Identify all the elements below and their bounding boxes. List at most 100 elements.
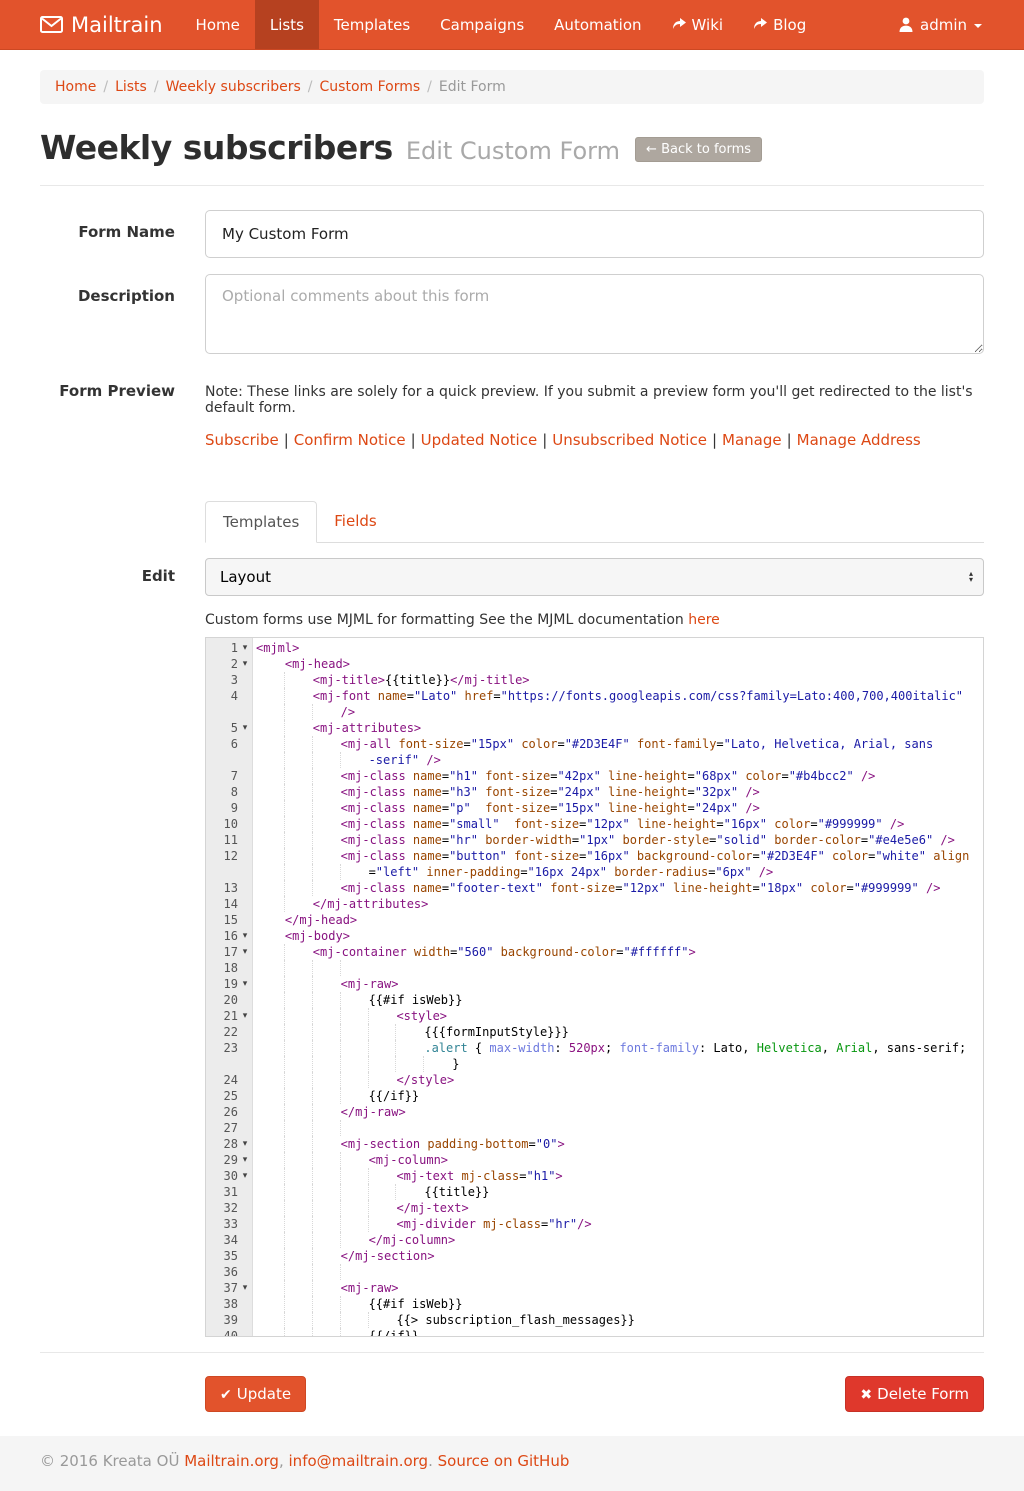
fold-arrow-icon[interactable]: ▾ bbox=[238, 1155, 252, 1165]
code-token: inner-padding bbox=[419, 865, 520, 879]
nav-item-home[interactable]: Home bbox=[181, 0, 255, 49]
nav-item-blog[interactable]: Blog bbox=[738, 0, 821, 49]
brand[interactable]: Mailtrain bbox=[0, 0, 181, 49]
footer-link-mailtrain-org[interactable]: Mailtrain.org bbox=[184, 1452, 279, 1470]
nav-item-lists[interactable]: Lists bbox=[255, 0, 319, 49]
nav-item-label: Blog bbox=[773, 16, 806, 34]
breadcrumb-separator: / bbox=[420, 79, 439, 95]
indent-guide bbox=[284, 1280, 313, 1296]
code-token: <mj-all bbox=[341, 737, 392, 751]
tab-fields[interactable]: Fields bbox=[317, 501, 393, 543]
fold-arrow-icon[interactable]: ▾ bbox=[238, 1139, 252, 1149]
breadcrumb-link-custom-forms[interactable]: Custom Forms bbox=[320, 79, 421, 95]
nav-item-templates[interactable]: Templates bbox=[319, 0, 425, 49]
nav-item-campaigns[interactable]: Campaigns bbox=[425, 0, 539, 49]
indent-guide bbox=[312, 1024, 341, 1040]
indent-guide bbox=[340, 992, 369, 1008]
code-line: <mj-class name="footer-text" font-size="… bbox=[256, 880, 983, 896]
line-number: 33 bbox=[224, 1217, 238, 1231]
code-token: = bbox=[442, 769, 449, 783]
footer-separator: . bbox=[428, 1452, 438, 1470]
fold-arrow-icon[interactable]: ▾ bbox=[238, 1011, 252, 1021]
fold-arrow-icon[interactable]: ▾ bbox=[238, 643, 252, 653]
indent-guide bbox=[256, 912, 285, 928]
preview-link-subscribe[interactable]: Subscribe bbox=[205, 431, 279, 449]
breadcrumb-link-lists[interactable]: Lists bbox=[115, 79, 147, 95]
editor-code[interactable]: <mjml><mj-head><mj-title>{{title}}</mj-t… bbox=[253, 638, 983, 1336]
indent-guide bbox=[340, 1200, 369, 1216]
nav-item-automation[interactable]: Automation bbox=[539, 0, 656, 49]
fold-arrow-icon[interactable]: ▾ bbox=[238, 1171, 252, 1181]
code-token: font-size bbox=[478, 769, 550, 783]
fold-arrow-icon[interactable]: ▾ bbox=[238, 1283, 252, 1293]
preview-link-confirm-notice[interactable]: Confirm Notice bbox=[294, 431, 406, 449]
code-token: font-size bbox=[478, 785, 550, 799]
nav-item-wiki[interactable]: Wiki bbox=[657, 0, 739, 49]
gutter-line: 2▾ bbox=[206, 656, 252, 672]
code-token: "small" bbox=[449, 817, 500, 831]
code-token: = bbox=[810, 817, 817, 831]
code-token: name bbox=[406, 817, 442, 831]
indent-guide bbox=[340, 1072, 369, 1088]
delete-form-button[interactable]: ✖Delete Form bbox=[845, 1376, 984, 1412]
breadcrumb-link-weekly-subscribers[interactable]: Weekly subscribers bbox=[166, 79, 301, 95]
description-textarea[interactable] bbox=[205, 274, 984, 354]
code-token: mj-class bbox=[454, 1169, 519, 1183]
code-token: font-size bbox=[543, 881, 615, 895]
code-line: <mj-attributes> bbox=[256, 720, 983, 736]
indent-guide bbox=[312, 752, 341, 768]
form-name-input[interactable] bbox=[205, 210, 984, 258]
gutter-line: 40 bbox=[206, 1328, 252, 1337]
indent-guide bbox=[256, 1088, 285, 1104]
code-token: /> bbox=[341, 705, 355, 719]
indent-guide bbox=[284, 1104, 313, 1120]
line-number: 2 bbox=[231, 657, 238, 671]
code-token: color bbox=[803, 881, 846, 895]
main-nav: HomeListsTemplatesCampaigns Automation Wik… bbox=[181, 0, 822, 49]
gutter-line: 8 bbox=[206, 784, 252, 800]
preview-link-manage[interactable]: Manage bbox=[722, 431, 782, 449]
indent-guide bbox=[340, 1216, 369, 1232]
tab-templates[interactable]: Templates bbox=[205, 501, 317, 543]
code-line: <mj-font name="Lato" href="https://fonts… bbox=[256, 688, 983, 704]
code-line: <mj-all font-size="15px" color="#2D3E4F"… bbox=[256, 736, 983, 752]
breadcrumb-link-home[interactable]: Home bbox=[55, 79, 96, 95]
footer-link-info-mailtrain-org[interactable]: info@mailtrain.org bbox=[289, 1452, 429, 1470]
code-line: {{title}} bbox=[256, 1184, 983, 1200]
code-token: <mj-body> bbox=[285, 929, 350, 943]
indent-guide bbox=[256, 1008, 285, 1024]
code-line: {{{formInputStyle}}} bbox=[256, 1024, 983, 1040]
gutter-line: 26 bbox=[206, 1104, 252, 1120]
gutter-line: 20 bbox=[206, 992, 252, 1008]
code-token: "24px" bbox=[695, 801, 738, 815]
indent-guide bbox=[284, 816, 313, 832]
code-token: width bbox=[407, 945, 450, 959]
code-token: <mj-text bbox=[396, 1169, 454, 1183]
fold-arrow-icon[interactable]: ▾ bbox=[238, 979, 252, 989]
preview-link-manage-address[interactable]: Manage Address bbox=[797, 431, 921, 449]
indent-guide bbox=[256, 1104, 285, 1120]
gutter-line: 33 bbox=[206, 1216, 252, 1232]
template-select[interactable]: Layout ▴▾ bbox=[205, 558, 984, 596]
fold-arrow-icon[interactable]: ▾ bbox=[238, 723, 252, 733]
check-icon: ✔ bbox=[220, 1387, 232, 1403]
indent-guide bbox=[312, 1072, 341, 1088]
preview-link-updated-notice[interactable]: Updated Notice bbox=[421, 431, 538, 449]
line-number: 11 bbox=[224, 833, 238, 847]
fold-arrow-icon[interactable]: ▾ bbox=[238, 931, 252, 941]
edit-label: Edit bbox=[40, 558, 205, 596]
user-menu[interactable]: admin bbox=[899, 0, 1024, 49]
footer-link-source-on-github[interactable]: Source on GitHub bbox=[438, 1452, 570, 1470]
indent-guide bbox=[284, 1216, 313, 1232]
mjml-docs-link[interactable]: here bbox=[688, 612, 720, 628]
back-to-forms-button[interactable]: ← Back to forms bbox=[635, 137, 762, 162]
indent-guide bbox=[284, 752, 313, 768]
nav-item-label: Automation bbox=[554, 16, 641, 34]
code-editor[interactable]: 1▾2▾345▾678910111213141516▾17▾1819▾2021▾… bbox=[205, 637, 984, 1337]
update-button[interactable]: ✔Update bbox=[205, 1376, 306, 1412]
preview-links: Subscribe|Confirm Notice|Updated Notice|… bbox=[205, 431, 984, 449]
code-token: </style> bbox=[396, 1073, 454, 1087]
fold-arrow-icon[interactable]: ▾ bbox=[238, 659, 252, 669]
fold-arrow-icon[interactable]: ▾ bbox=[238, 947, 252, 957]
preview-link-unsubscribed-notice[interactable]: Unsubscribed Notice bbox=[552, 431, 707, 449]
